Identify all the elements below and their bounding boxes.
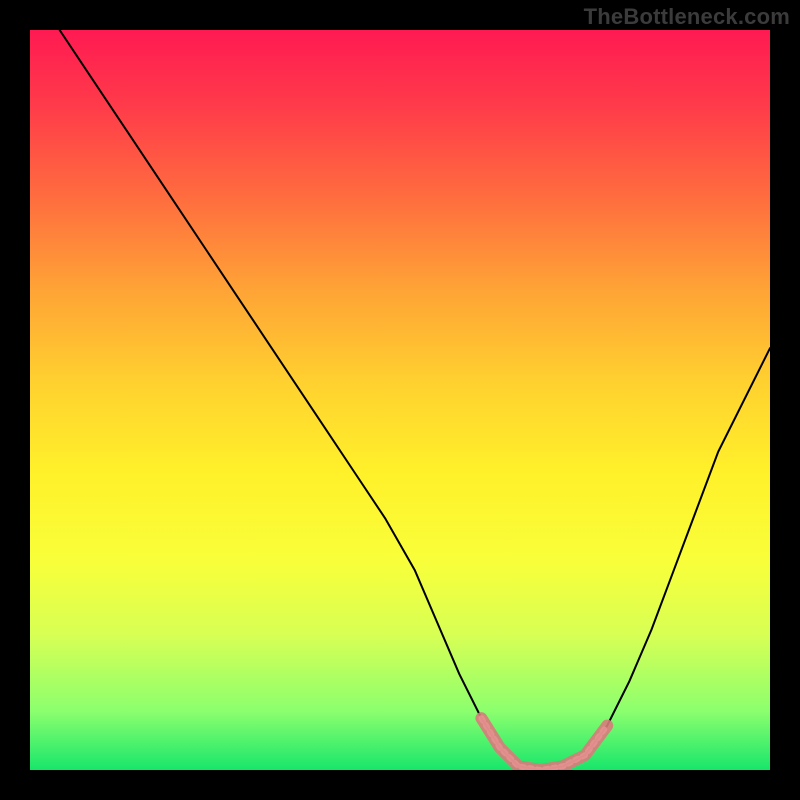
watermark-text: TheBottleneck.com [584, 4, 790, 30]
chart-overlay [30, 30, 770, 770]
bottleneck-curve-line [60, 30, 770, 770]
